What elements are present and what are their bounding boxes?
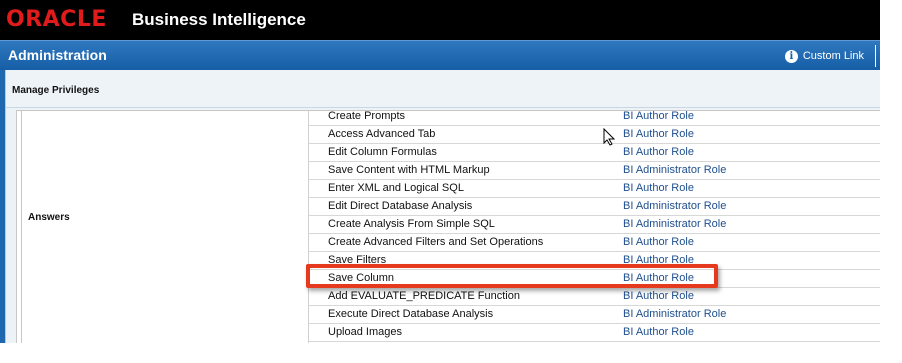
table-row: Upload Images BI Author Role xyxy=(309,324,880,342)
oracle-logo: ORACLE xyxy=(6,7,107,32)
privilege-name: Access Advanced Tab xyxy=(328,128,436,140)
privilege-name: Upload Images xyxy=(328,326,402,338)
privileges-table: Answers Create Prompts BI Author Role Acce… xyxy=(16,110,880,343)
privilege-name: Create Prompts xyxy=(328,110,406,122)
role-link[interactable]: BI Author Role xyxy=(623,180,694,197)
torn-edge-bottom xyxy=(0,343,902,363)
privilege-rows: Create Prompts BI Author Role Access Advan… xyxy=(309,108,880,342)
administration-bar: Administration i Custom Link xyxy=(0,40,880,71)
privilege-name: Add EVALUATE_PREDICATE Function xyxy=(328,290,520,302)
panel-header: Manage Privileges xyxy=(6,70,880,108)
role-link[interactable]: BI Author Role xyxy=(623,108,694,125)
app-window: ORACLE Business Intelligence Administrat… xyxy=(0,0,880,343)
table-row: Add EVALUATE_PREDICATE Function BI Author… xyxy=(309,288,880,306)
mouse-cursor-icon xyxy=(603,128,615,146)
group-label-answers: Answers xyxy=(28,212,70,223)
role-link[interactable]: BI Administrator Role xyxy=(623,216,726,233)
table-row: Execute Direct Database Analysis BI Admin… xyxy=(309,306,880,324)
table-row: Access Advanced Tab BI Author Role xyxy=(309,126,880,144)
table-row: Create Analysis From Simple SQL BI Admini… xyxy=(309,216,880,234)
role-link[interactable]: BI Author Role xyxy=(623,234,694,251)
divider xyxy=(875,45,876,67)
table-row: Create Advanced Filters and Set Operatio… xyxy=(309,234,880,252)
privilege-name: Edit Column Formulas xyxy=(328,146,437,158)
custom-link-label: Custom Link xyxy=(802,50,864,62)
table-row: Create Prompts BI Author Role xyxy=(309,108,880,126)
role-link[interactable]: BI Author Role xyxy=(623,126,694,143)
table-row: Edit Column Formulas BI Author Role xyxy=(309,144,880,162)
table-row: Enter XML and Logical SQL BI Author Role xyxy=(309,180,880,198)
info-icon: i xyxy=(784,49,798,63)
privilege-name: Enter XML and Logical SQL xyxy=(328,182,464,194)
highlight-box xyxy=(306,264,718,288)
table-row: Edit Direct Database Analysis BI Administ… xyxy=(309,198,880,216)
divider xyxy=(21,111,22,343)
manage-privileges-panel: Manage Privileges Answers Create Prompts… xyxy=(5,70,880,343)
app-title: Business Intelligence xyxy=(132,10,306,29)
privilege-name: Execute Direct Database Analysis xyxy=(328,308,494,320)
table-row: Save Content with HTML Markup BI Administ… xyxy=(309,162,880,180)
role-link[interactable]: BI Author Role xyxy=(623,324,694,341)
privilege-name: Create Analysis From Simple SQL xyxy=(328,218,495,230)
privilege-name: Edit Direct Database Analysis xyxy=(328,200,473,212)
page-title: Administration xyxy=(8,47,107,63)
role-link[interactable]: BI Administrator Role xyxy=(623,162,726,179)
privilege-name: Create Advanced Filters and Set Operatio… xyxy=(328,236,544,248)
role-link[interactable]: BI Administrator Role xyxy=(623,198,726,215)
custom-link[interactable]: i Custom Link xyxy=(784,49,864,63)
top-header: ORACLE Business Intelligence xyxy=(0,0,880,40)
role-link[interactable]: BI Author Role xyxy=(623,144,694,161)
panel-title: Manage Privileges xyxy=(12,85,100,96)
role-link[interactable]: BI Author Role xyxy=(623,288,694,305)
privilege-name: Save Content with HTML Markup xyxy=(328,164,490,176)
torn-edge-right xyxy=(880,0,902,363)
role-link[interactable]: BI Administrator Role xyxy=(623,306,726,323)
